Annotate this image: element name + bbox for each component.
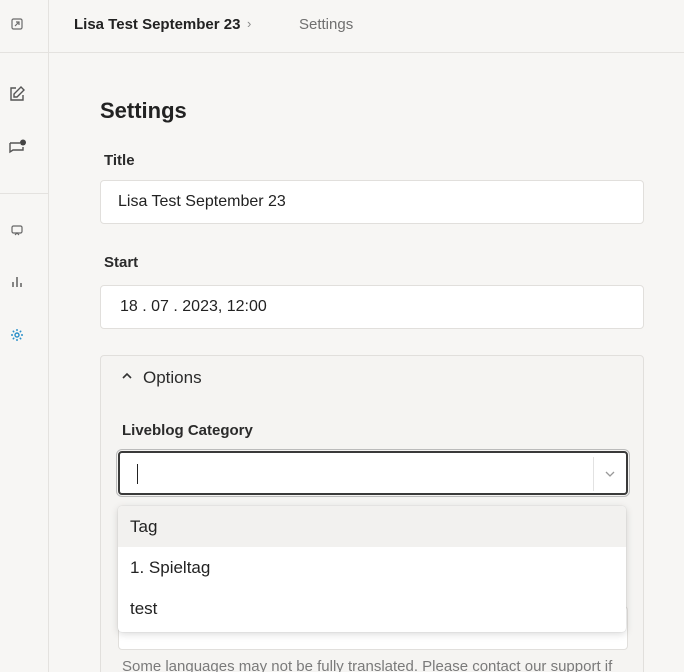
- breadcrumb: Lisa Test September 23 › Settings: [49, 0, 684, 53]
- exit-icon[interactable]: [8, 15, 26, 33]
- liveblog-category-select[interactable]: [116, 449, 630, 497]
- sidebar: [0, 0, 49, 672]
- translation-note: Some languages may not be fully translat…: [122, 658, 613, 672]
- options-toggle[interactable]: Options: [121, 368, 202, 388]
- sidebar-divider: [0, 52, 48, 53]
- title-label: Title: [104, 152, 135, 169]
- chevron-right-icon: ›: [247, 16, 252, 31]
- start-label: Start: [104, 254, 139, 271]
- page-title: Settings: [100, 98, 187, 123]
- select-divider: [593, 457, 594, 491]
- text-caret: [137, 464, 138, 484]
- chevron-down-icon[interactable]: [600, 464, 620, 484]
- liveblog-category-label: Liveblog Category: [122, 422, 253, 439]
- sidebar-divider: [0, 193, 48, 194]
- dropdown-option-tag[interactable]: Tag: [118, 506, 626, 547]
- dropdown-option-test[interactable]: test: [118, 588, 626, 629]
- breadcrumb-current-page: Settings: [299, 16, 354, 33]
- title-input[interactable]: Lisa Test September 23: [100, 180, 644, 224]
- options-title: Options: [143, 368, 202, 387]
- dropdown-option-1-spieltag[interactable]: 1. Spieltag: [118, 547, 626, 588]
- start-datetime-input[interactable]: 18 . 07 . 2023, 12:00: [100, 285, 644, 329]
- breadcrumb-liveblog-link[interactable]: Lisa Test September 23: [74, 16, 240, 33]
- category-dropdown-menu: Tag 1. Spieltag test: [118, 506, 626, 632]
- chevron-up-icon: [121, 369, 133, 387]
- inbox-icon[interactable]: [8, 221, 26, 239]
- chat-notification-icon[interactable]: [8, 139, 26, 157]
- edit-icon[interactable]: [8, 85, 26, 103]
- settings-gear-icon[interactable]: [8, 326, 26, 344]
- bar-chart-icon[interactable]: [8, 273, 26, 291]
